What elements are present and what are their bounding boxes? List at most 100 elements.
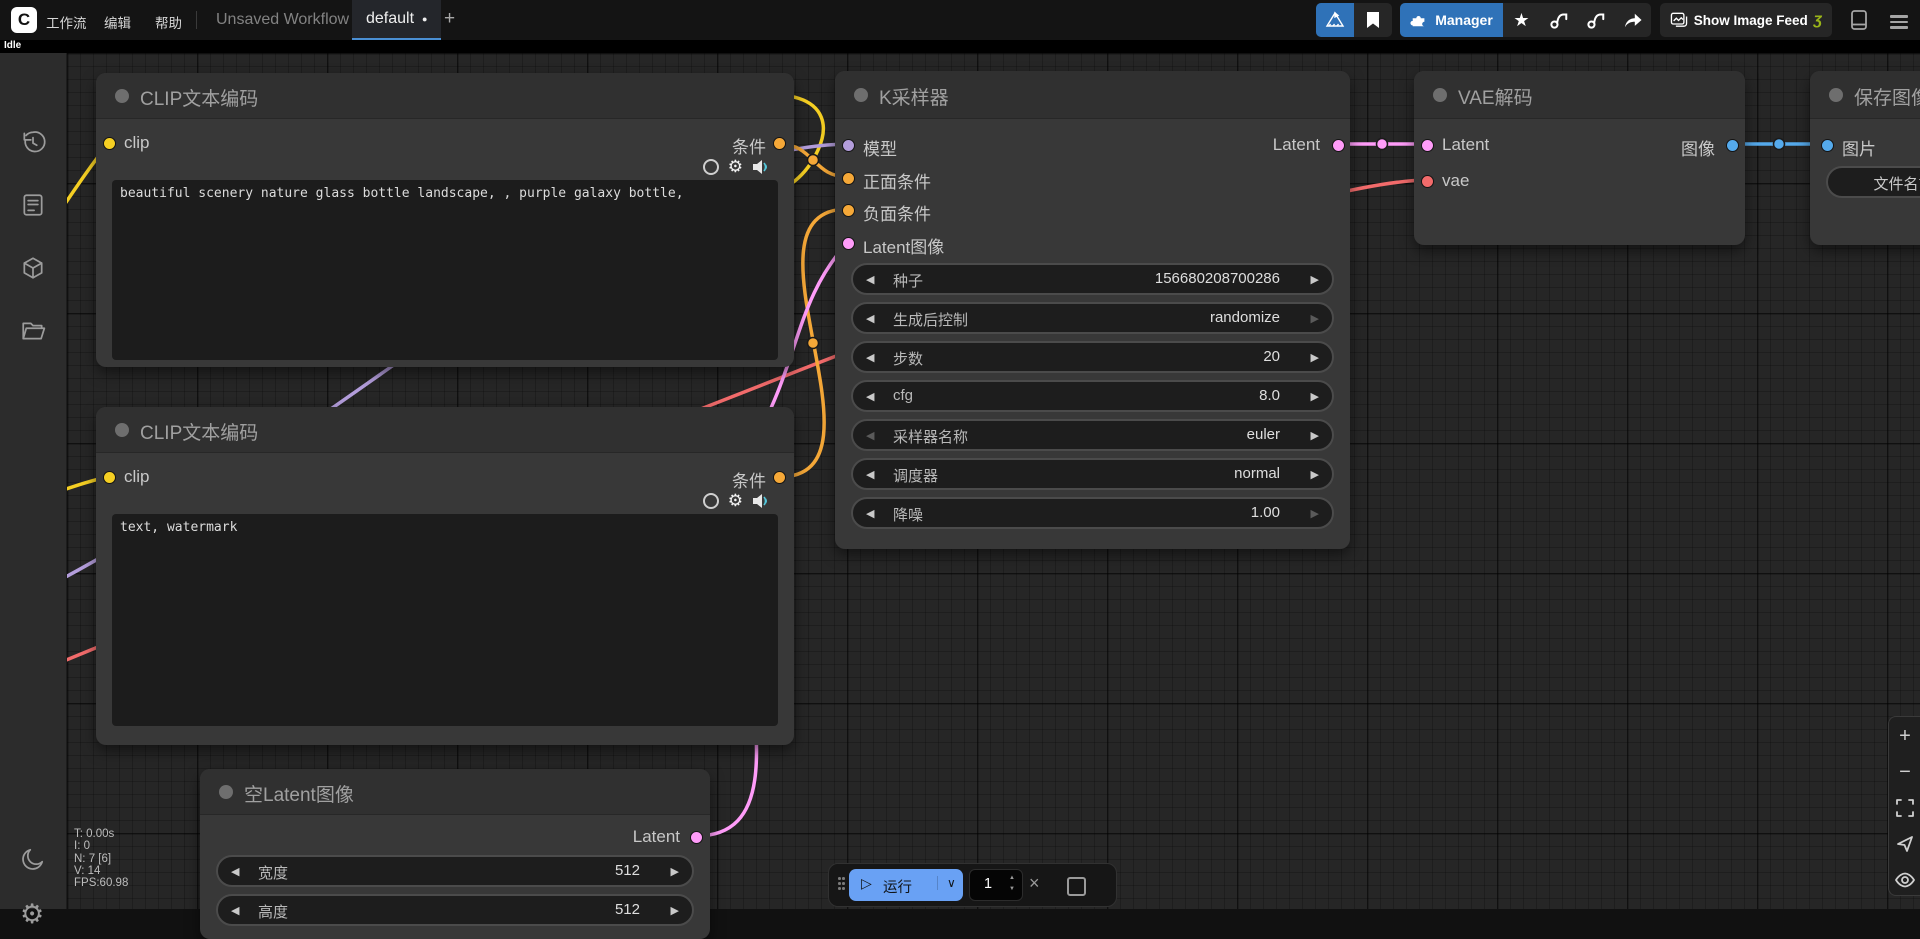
latent-output-port[interactable]	[1332, 139, 1345, 152]
spinner-down-icon[interactable]: ▼	[1009, 886, 1015, 892]
increment-arrow[interactable]: ▶	[1311, 429, 1319, 442]
increment-arrow[interactable]: ▶	[671, 904, 679, 917]
toggle-circle-icon[interactable]	[703, 493, 719, 509]
settings-gear-icon[interactable]: ⚙	[20, 901, 46, 927]
increment-arrow[interactable]: ▶	[1311, 468, 1319, 481]
node-clip-text-encode-1[interactable]: CLIP文本编码 clip 条件 ⚙ beautiful scenery nat…	[96, 73, 794, 367]
drag-handle[interactable]	[838, 877, 846, 892]
node-header[interactable]: 保存图像	[1810, 71, 1920, 119]
comfyui-logo[interactable]: C	[11, 7, 37, 33]
chevron-down-icon[interactable]: ∨	[937, 876, 956, 890]
node-save-image[interactable]: 保存图像 图片 文件名前缀	[1810, 71, 1920, 245]
denoise-widget[interactable]: ◀ 降噪 1.00 ▶	[851, 497, 1334, 529]
tab-default[interactable]: default ●	[352, 0, 441, 40]
batch-count-input[interactable]: 1 ▲ ▼	[969, 869, 1023, 901]
increment-arrow[interactable]: ▶	[1311, 273, 1319, 286]
positive-input-port[interactable]	[842, 172, 855, 185]
decrement-arrow[interactable]: ◀	[231, 865, 239, 878]
manager-button[interactable]: Manager	[1400, 3, 1503, 37]
node-header[interactable]: VAE解码	[1414, 71, 1745, 119]
decrement-arrow[interactable]: ◀	[866, 507, 874, 520]
stop-icon[interactable]	[1067, 877, 1086, 896]
latent-input-port[interactable]	[1421, 139, 1434, 152]
node-ksampler[interactable]: K采样器 模型 正面条件 负面条件 Latent图像 Latent ◀ 种子 1…	[835, 71, 1350, 549]
toggle-circle-icon[interactable]	[703, 159, 719, 175]
run-toolbar[interactable]: ▷ 运行 ∨ 1 ▲ ▼ ×	[828, 863, 1117, 907]
filename-prefix-widget[interactable]: 文件名前缀	[1826, 166, 1920, 198]
show-image-feed-button[interactable]: Show Image Feed ʒ	[1660, 3, 1832, 37]
sampler-name-widget[interactable]: ◀ 采样器名称 euler ▶	[851, 419, 1334, 451]
node-header[interactable]: CLIP文本编码	[96, 407, 794, 453]
increment-arrow[interactable]: ▶	[1311, 507, 1319, 520]
spinner-up-icon[interactable]: ▲	[1009, 875, 1015, 881]
bookmark-button[interactable]	[1354, 3, 1392, 37]
menu-workflow[interactable]: 工作流	[46, 12, 87, 32]
node-header[interactable]: CLIP文本编码	[96, 73, 794, 119]
speaker-icon[interactable]	[752, 493, 770, 509]
tab-unsaved-workflow[interactable]: Unsaved Workflow ●	[202, 0, 377, 40]
manager-tool-button-2[interactable]	[1577, 3, 1614, 37]
model-input-port[interactable]	[842, 139, 855, 152]
control-after-generate-widget[interactable]: ◀ 生成后控制 randomize ▶	[851, 302, 1334, 334]
vae-input-port[interactable]	[1421, 175, 1434, 188]
dock-panel-button[interactable]	[1849, 9, 1869, 36]
image-input-port[interactable]	[1821, 139, 1834, 152]
star-button[interactable]: ★	[1503, 3, 1540, 37]
height-widget[interactable]: ◀ 高度 512 ▶	[216, 894, 694, 926]
cfg-widget[interactable]: ◀ cfg 8.0 ▶	[851, 380, 1334, 412]
theme-toggle-moon-icon[interactable]	[20, 846, 46, 872]
share-button[interactable]	[1614, 3, 1651, 37]
width-widget[interactable]: ◀ 宽度 512 ▶	[216, 855, 694, 887]
manager-tool-button-1[interactable]	[1540, 3, 1577, 37]
zoom-in-button[interactable]: +	[1889, 718, 1920, 754]
toggle-visibility-button[interactable]	[1889, 862, 1920, 898]
conditioning-output-port[interactable]	[773, 471, 786, 484]
templates-button[interactable]	[1316, 3, 1354, 37]
model-library-icon[interactable]	[20, 255, 46, 281]
latent-output-port[interactable]	[690, 831, 703, 844]
node-header[interactable]: K采样器	[835, 71, 1350, 119]
increment-arrow[interactable]: ▶	[671, 865, 679, 878]
image-output-port[interactable]	[1726, 139, 1739, 152]
negative-prompt-textarea[interactable]: text, watermark	[112, 514, 778, 726]
zoom-out-button[interactable]: −	[1889, 754, 1920, 790]
node-vae-decode[interactable]: VAE解码 Latent vae 图像	[1414, 71, 1745, 245]
seed-widget[interactable]: ◀ 种子 156680208700286 ▶	[851, 263, 1334, 295]
queue-history-icon[interactable]	[20, 129, 46, 155]
decrement-arrow[interactable]: ◀	[866, 312, 874, 325]
node-clip-text-encode-2[interactable]: CLIP文本编码 clip 条件 ⚙ text, watermark	[96, 407, 794, 745]
steps-widget[interactable]: ◀ 步数 20 ▶	[851, 341, 1334, 373]
node-header[interactable]: 空Latent图像	[200, 769, 710, 815]
hamburger-menu-icon[interactable]	[1890, 12, 1908, 32]
positive-prompt-textarea[interactable]: beautiful scenery nature glass bottle la…	[112, 180, 778, 360]
decrement-arrow[interactable]: ◀	[866, 429, 874, 442]
canvas-controls[interactable]: + −	[1888, 716, 1920, 896]
scheduler-widget[interactable]: ◀ 调度器 normal ▶	[851, 458, 1334, 490]
new-tab-button[interactable]: +	[444, 8, 455, 30]
decrement-arrow[interactable]: ◀	[866, 468, 874, 481]
decrement-arrow[interactable]: ◀	[231, 904, 239, 917]
fit-view-button[interactable]	[1889, 790, 1920, 826]
speaker-icon[interactable]	[752, 159, 770, 175]
negative-input-port[interactable]	[842, 204, 855, 217]
menu-edit[interactable]: 编辑	[104, 12, 131, 32]
clip-input-port[interactable]	[103, 471, 116, 484]
node-empty-latent-image[interactable]: 空Latent图像 Latent ◀ 宽度 512 ▶ ◀ 高度 512 ▶	[200, 769, 710, 939]
increment-arrow[interactable]: ▶	[1311, 312, 1319, 325]
decrement-arrow[interactable]: ◀	[866, 351, 874, 364]
increment-arrow[interactable]: ▶	[1311, 390, 1319, 403]
gear-icon[interactable]: ⚙	[728, 158, 743, 175]
decrement-arrow[interactable]: ◀	[866, 273, 874, 286]
workflows-folder-icon[interactable]	[20, 318, 46, 344]
node-library-icon[interactable]	[20, 192, 46, 218]
clear-queue-icon[interactable]: ×	[1029, 873, 1040, 894]
latent-input-port[interactable]	[842, 237, 855, 250]
menu-help[interactable]: 帮助	[155, 12, 182, 32]
clip-input-port[interactable]	[103, 137, 116, 150]
gear-icon[interactable]: ⚙	[728, 492, 743, 509]
select-mode-button[interactable]	[1889, 826, 1920, 862]
run-button[interactable]: ▷ 运行 ∨	[849, 869, 963, 901]
increment-arrow[interactable]: ▶	[1311, 351, 1319, 364]
decrement-arrow[interactable]: ◀	[866, 390, 874, 403]
conditioning-output-port[interactable]	[773, 137, 786, 150]
